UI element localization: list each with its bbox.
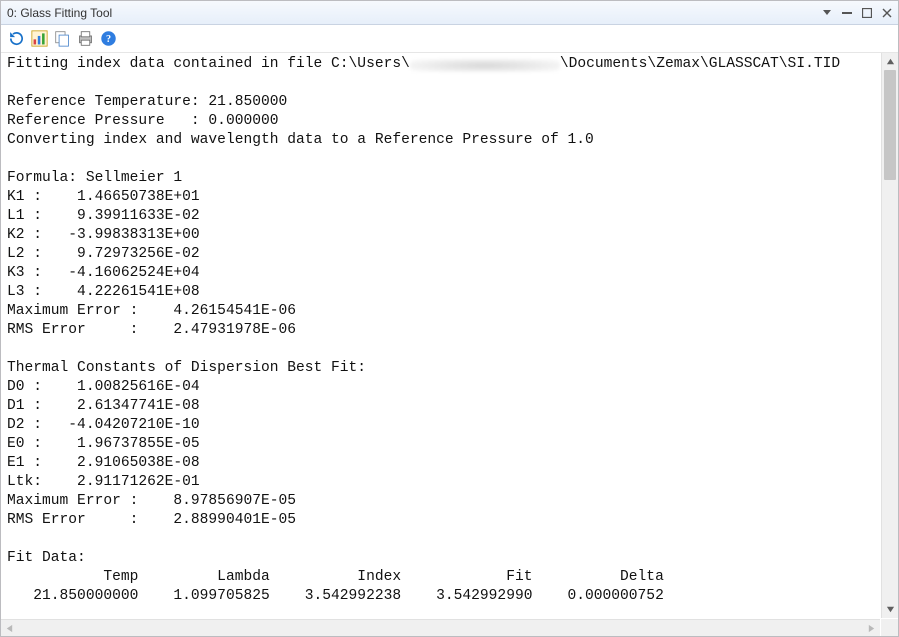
refresh-icon[interactable] bbox=[7, 30, 25, 48]
scroll-right-arrow[interactable] bbox=[863, 620, 880, 636]
titlebar[interactable]: 0: Glass Fitting Tool bbox=[1, 1, 898, 25]
copy-icon[interactable] bbox=[53, 30, 71, 48]
output-viewport[interactable]: Fitting index data contained in file C:\… bbox=[1, 53, 880, 618]
e0-line: E0 : 1.96737855E-05 bbox=[7, 436, 200, 452]
vscroll-track[interactable] bbox=[882, 70, 898, 601]
content-area: Fitting index data contained in file C:\… bbox=[1, 53, 898, 636]
thermal-hdr: Thermal Constants of Dispersion Best Fit… bbox=[7, 360, 366, 376]
app-window: 0: Glass Fitting Tool bbox=[0, 0, 899, 637]
maximize-icon[interactable] bbox=[862, 8, 872, 18]
restore-bar-icon[interactable] bbox=[842, 8, 852, 18]
scroll-left-arrow[interactable] bbox=[1, 620, 18, 636]
rmserr2-line: RMS Error : 2.88990401E-05 bbox=[7, 512, 296, 528]
d2-line: D2 : -4.04207210E-10 bbox=[7, 417, 200, 433]
close-icon[interactable] bbox=[882, 8, 892, 18]
chart-icon[interactable] bbox=[30, 30, 48, 48]
l1-line: L1 : 9.39911633E-02 bbox=[7, 208, 200, 224]
scroll-down-arrow[interactable] bbox=[882, 601, 898, 618]
ref-temp-line: Reference Temperature: 21.850000 bbox=[7, 94, 287, 110]
fitdata-row: 21.850000000 1.099705825 3.542992238 3.5… bbox=[7, 588, 664, 604]
rmserr1-line: RMS Error : 2.47931978E-06 bbox=[7, 322, 296, 338]
formula-line: Formula: Sellmeier 1 bbox=[7, 170, 182, 186]
scroll-corner bbox=[881, 619, 898, 636]
maxerr2-line: Maximum Error : 8.97856907E-05 bbox=[7, 493, 296, 509]
maxerr1-line: Maximum Error : 4.26154541E-06 bbox=[7, 303, 296, 319]
ltk-line: Ltk: 2.91171262E-01 bbox=[7, 474, 200, 490]
window-title: 0: Glass Fitting Tool bbox=[7, 6, 112, 20]
conv-line: Converting index and wavelength data to … bbox=[7, 132, 594, 148]
svg-text:?: ? bbox=[105, 34, 110, 45]
k2-line: K2 : -3.99838313E+00 bbox=[7, 227, 200, 243]
redacted-username bbox=[410, 59, 560, 72]
print-icon[interactable] bbox=[76, 30, 94, 48]
l3-line: L3 : 4.22261541E+08 bbox=[7, 284, 200, 300]
vertical-scrollbar[interactable] bbox=[881, 53, 898, 618]
intro-line: Fitting index data contained in file C:\… bbox=[7, 56, 840, 72]
hscroll-track[interactable] bbox=[18, 620, 863, 636]
e1-line: E1 : 2.91065038E-08 bbox=[7, 455, 200, 471]
ref-pres-line: Reference Pressure : 0.000000 bbox=[7, 113, 279, 129]
scroll-up-arrow[interactable] bbox=[882, 53, 898, 70]
d0-line: D0 : 1.00825616E-04 bbox=[7, 379, 200, 395]
k3-line: K3 : -4.16062524E+04 bbox=[7, 265, 200, 281]
d1-line: D1 : 2.61347741E-08 bbox=[7, 398, 200, 414]
fitdata-cols: Temp Lambda Index Fit Delta bbox=[7, 569, 664, 585]
help-icon[interactable]: ? bbox=[99, 30, 117, 48]
l2-line: L2 : 9.72973256E-02 bbox=[7, 246, 200, 262]
horizontal-scrollbar[interactable] bbox=[1, 619, 880, 636]
vscroll-thumb[interactable] bbox=[884, 70, 896, 180]
window-controls bbox=[822, 8, 892, 18]
minimize-icon[interactable] bbox=[822, 8, 832, 18]
toolbar: ? bbox=[1, 25, 898, 53]
output-text: Fitting index data contained in file C:\… bbox=[7, 55, 874, 606]
fitdata-hdr: Fit Data: bbox=[7, 550, 86, 566]
k1-line: K1 : 1.46650738E+01 bbox=[7, 189, 200, 205]
